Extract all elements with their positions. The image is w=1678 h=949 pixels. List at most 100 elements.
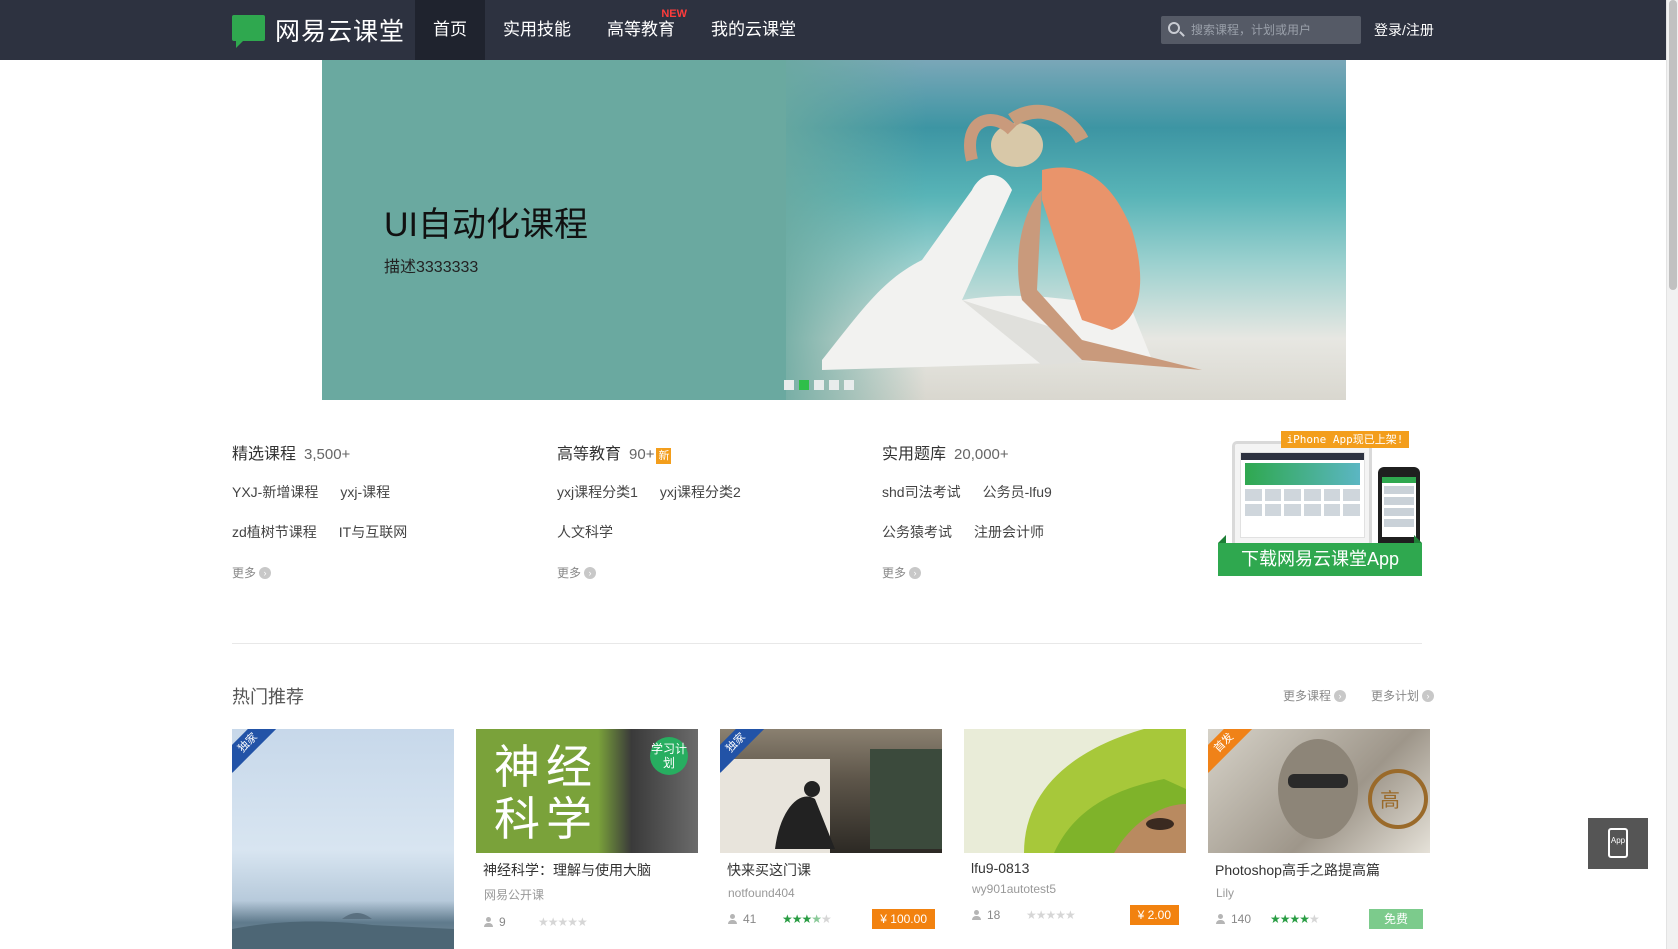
category-count: 3,500+ bbox=[304, 446, 351, 463]
course-thumbnail[interactable]: 独家 bbox=[232, 729, 454, 949]
course-thumbnail[interactable]: 神经科学 学习计划 bbox=[476, 729, 698, 853]
price-tag[interactable]: ¥ 2.00 bbox=[1129, 905, 1179, 925]
more-courses-link[interactable]: 更多课程 › bbox=[1283, 687, 1347, 704]
course-author[interactable]: wy901autotest5 bbox=[964, 882, 1186, 896]
app-download-promo[interactable]: iPhone App现已上架! 下载网易云课堂App bbox=[1218, 431, 1422, 576]
section-title: 热门推荐 bbox=[232, 687, 304, 707]
learner-number: 140 bbox=[1231, 912, 1252, 926]
course-author[interactable]: 网易公开课 bbox=[476, 886, 698, 903]
section-divider bbox=[232, 643, 1422, 644]
more-link[interactable]: 更多 › bbox=[232, 564, 407, 581]
course-card[interactable]: 独家 bbox=[232, 729, 454, 949]
learner-count: 9 bbox=[484, 915, 506, 929]
new-badge: NEW bbox=[661, 8, 687, 20]
rating-stars: ★★★★★ bbox=[782, 912, 832, 926]
course-title[interactable]: 神经科学：理解与使用大脑 bbox=[476, 860, 698, 880]
nav-item-my-classroom[interactable]: 我的云课堂 bbox=[693, 0, 814, 60]
course-title[interactable]: Photoshop高手之路提高篇 bbox=[1208, 860, 1430, 880]
rating-stars: ★★★★★ bbox=[1026, 908, 1076, 922]
iphone-app-tag: iPhone App现已上架! bbox=[1281, 431, 1409, 448]
learner-count: 41 bbox=[728, 912, 756, 926]
user-icon bbox=[484, 917, 493, 927]
nav-item-higher-education[interactable]: 高等教育 NEW bbox=[589, 0, 693, 60]
slide-dot[interactable] bbox=[844, 380, 854, 390]
main-nav: 首页 实用技能 高等教育 NEW 我的云课堂 bbox=[415, 0, 814, 60]
slide-dot[interactable] bbox=[814, 380, 824, 390]
course-author[interactable]: Lily bbox=[1208, 886, 1430, 900]
chevron-right-icon: › bbox=[259, 566, 272, 579]
chevron-right-icon: › bbox=[909, 566, 922, 579]
course-thumbnail[interactable]: 高 首发 bbox=[1208, 729, 1430, 853]
course-thumbnail[interactable] bbox=[964, 729, 1186, 853]
free-tag[interactable]: 免费 bbox=[1369, 909, 1423, 929]
category-title[interactable]: 实用题库 bbox=[882, 440, 946, 464]
logo-book-icon bbox=[232, 15, 265, 48]
category-link[interactable]: YXJ-新增课程 bbox=[232, 482, 318, 502]
banner-description: 描述3333333 bbox=[384, 259, 479, 276]
rating-stars: ★★★★★ bbox=[1270, 912, 1320, 926]
nav-label: 实用技能 bbox=[503, 20, 571, 39]
learner-count: 18 bbox=[972, 908, 1000, 922]
course-author[interactable]: notfound404 bbox=[720, 886, 942, 900]
category-link[interactable]: yxj课程分类2 bbox=[660, 482, 741, 502]
floating-app-button[interactable]: App bbox=[1588, 818, 1648, 869]
more-link[interactable]: 更多 › bbox=[557, 564, 741, 581]
course-card[interactable]: lfu9-0813 wy901autotest5 18 ★★★★★ ¥ 2.00 bbox=[964, 729, 1186, 949]
category-link[interactable]: zd植树节课程 bbox=[232, 522, 317, 542]
course-thumbnail[interactable]: 独家 bbox=[720, 729, 942, 853]
category-link[interactable]: yxj课程分类1 bbox=[557, 482, 638, 502]
category-higher-education: 高等教育 90+ 新 yxj课程分类1 yxj课程分类2 人文科学 更多 › bbox=[557, 440, 741, 581]
study-plan-badge: 学习计划 bbox=[650, 737, 688, 775]
category-title[interactable]: 高等教育 bbox=[557, 440, 621, 464]
course-card[interactable]: 神经科学 学习计划 神经科学：理解与使用大脑 网易公开课 9 ★★★★★ bbox=[476, 729, 698, 949]
more-link[interactable]: 更多 › bbox=[882, 564, 1052, 581]
course-title[interactable]: 快来买这门课 bbox=[720, 860, 942, 880]
course-card[interactable]: 独家 快来买这门课 notfound404 41 ★★★★★ ¥ 100.00 bbox=[720, 729, 942, 949]
slide-dot[interactable] bbox=[784, 380, 794, 390]
more-label: 更多 bbox=[557, 566, 582, 580]
slide-indicators bbox=[784, 380, 854, 390]
course-card[interactable]: 高 首发 Photoshop高手之路提高篇 Lily 140 ★★★★★ 免费 bbox=[1208, 729, 1430, 949]
download-app-button[interactable]: 下载网易云课堂App bbox=[1218, 535, 1422, 576]
chevron-right-icon: › bbox=[584, 566, 597, 579]
gallery-photo bbox=[720, 749, 942, 853]
price-tag[interactable]: ¥ 100.00 bbox=[872, 909, 935, 929]
login-register-link[interactable]: 登录/注册 bbox=[1374, 20, 1434, 40]
nav-item-skills[interactable]: 实用技能 bbox=[485, 0, 589, 60]
category-link[interactable]: 人文科学 bbox=[557, 522, 613, 542]
category-featured: 精选课程 3,500+ YXJ-新增课程 yxj-课程 zd植树节课程 IT与互… bbox=[232, 440, 407, 581]
vertical-scrollbar[interactable] bbox=[1666, 0, 1678, 949]
sketch-portrait-photo: 高 bbox=[1278, 739, 1428, 839]
logo-text: 网易云课堂 bbox=[275, 18, 406, 46]
learner-number: 9 bbox=[499, 915, 506, 929]
category-title[interactable]: 精选课程 bbox=[232, 440, 296, 464]
user-icon bbox=[1216, 914, 1225, 924]
category-count: 20,000+ bbox=[954, 446, 1009, 463]
search-icon[interactable] bbox=[1168, 22, 1180, 34]
slide-dot[interactable] bbox=[829, 380, 839, 390]
category-link[interactable]: IT与互联网 bbox=[339, 522, 407, 542]
new-tag: 新 bbox=[656, 448, 672, 464]
more-label: 更多课程 bbox=[1283, 689, 1332, 703]
category-link[interactable]: shd司法考试 bbox=[882, 482, 961, 502]
category-link[interactable]: 注册会计师 bbox=[974, 522, 1044, 542]
category-count: 90+ bbox=[629, 446, 655, 463]
scrollbar-thumb[interactable] bbox=[1669, 0, 1677, 290]
more-label: 更多 bbox=[882, 566, 907, 580]
search-input[interactable] bbox=[1191, 16, 1356, 44]
chevron-right-icon: › bbox=[1334, 689, 1347, 702]
nav-item-home[interactable]: 首页 bbox=[415, 0, 485, 60]
user-icon bbox=[972, 910, 981, 920]
hero-banner[interactable]: UI自动化课程 描述3333333 bbox=[322, 60, 1346, 400]
learner-count: 140 bbox=[1216, 912, 1251, 926]
learner-number: 41 bbox=[743, 912, 757, 926]
svg-text:高: 高 bbox=[1380, 788, 1400, 812]
user-icon bbox=[728, 914, 737, 924]
slide-dot-active[interactable] bbox=[799, 380, 809, 390]
course-title[interactable]: lfu9-0813 bbox=[964, 860, 1186, 876]
logo[interactable]: 网易云课堂 bbox=[232, 12, 405, 48]
more-plans-link[interactable]: 更多计划 › bbox=[1371, 687, 1435, 704]
category-link[interactable]: 公务猿考试 bbox=[882, 522, 952, 542]
category-link[interactable]: yxj-课程 bbox=[340, 482, 390, 502]
category-link[interactable]: 公务员-lfu9 bbox=[983, 482, 1052, 502]
